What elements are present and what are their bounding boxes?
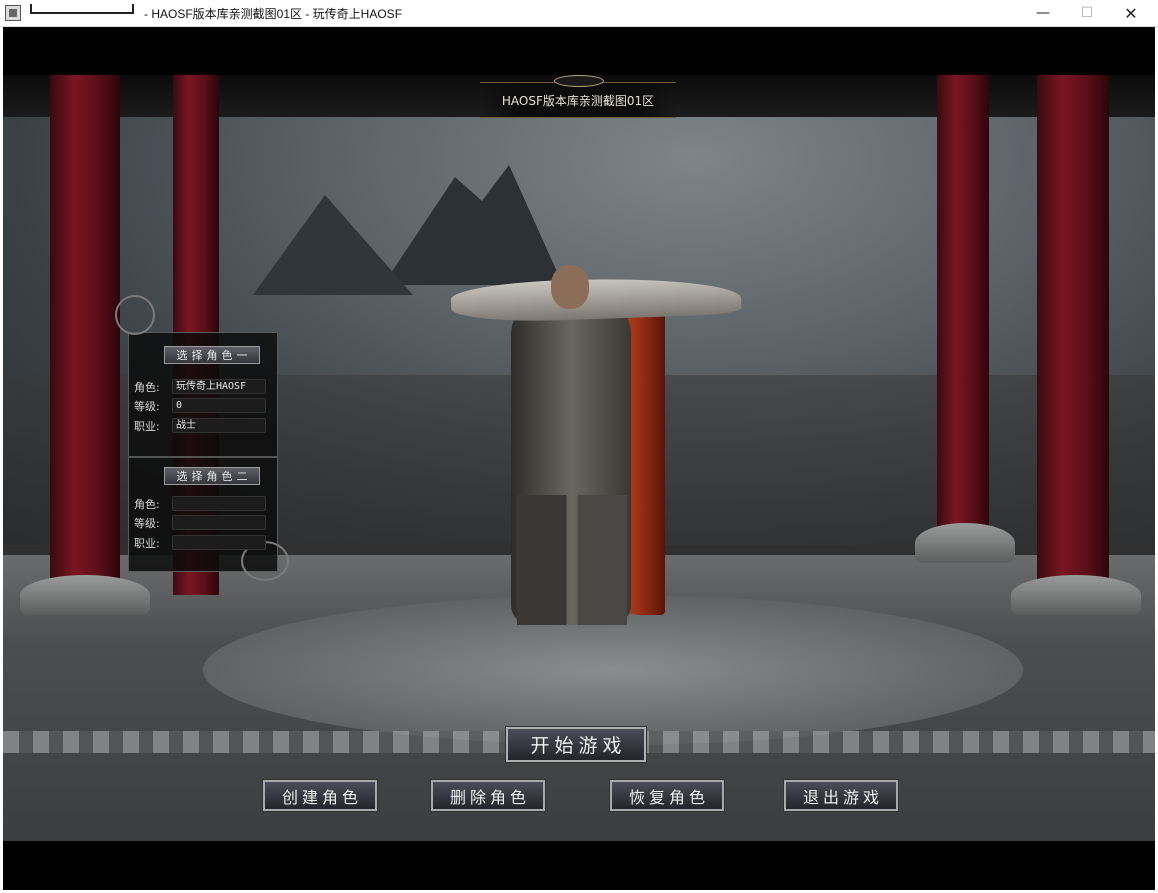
slot1-class-value: 战士 [172,418,266,433]
delete-character-button[interactable]: 删除角色 [430,779,546,812]
create-character-button[interactable]: 创建角色 [262,779,378,812]
app-icon [5,5,21,21]
slot2-name-label: 角色: [134,498,160,511]
slot1-name-label: 角色: [134,381,160,394]
server-name: HAOSF版本库亲测截图01区 [501,93,655,108]
server-name-banner: HAOSF版本库亲测截图01区 [480,75,676,118]
slot1-name-value: 玩传奇上HAOSF [172,379,266,394]
slot2-class-label: 职业: [134,537,160,550]
pillar-base [915,523,1015,563]
warrior-head [551,265,589,309]
slot2-class-value [172,535,266,550]
slot1-level-value: 0 [172,398,266,413]
pillar-base [20,575,150,615]
banner-ornament [554,75,604,87]
select-character-one-button[interactable]: 选择角色一 [164,346,260,364]
slot2-level-label: 等级: [134,517,160,530]
exit-game-button[interactable]: 退出游戏 [783,779,899,812]
red-pillar [937,75,989,555]
panel-divider [129,456,277,458]
restore-character-button[interactable]: 恢复角色 [609,779,725,812]
maximize-button[interactable]: ☐ [1064,0,1110,26]
warrior-character-model[interactable] [450,265,742,630]
warrior-legs [517,495,627,625]
slot1-class-label: 职业: [134,420,160,433]
slot2-level-value [172,515,266,530]
dragon-ornament-icon [115,295,155,335]
game-viewport[interactable]: HAOSF版本库亲测截图01区 选择角色一 角色: 玩传奇上HAOSF 等级: … [3,27,1155,890]
pillar-base [1011,575,1141,615]
red-pillar [50,75,120,595]
title-input-box [30,4,134,14]
slot2-name-value [172,496,266,511]
window-title: - HAOSF版本库亲测截图01区 - 玩传奇上HAOSF [144,7,403,21]
character-select-panel: 选择角色一 角色: 玩传奇上HAOSF 等级: 0 职业: 战士 选择角色二 角… [115,295,289,581]
red-pillar [1037,75,1109,585]
slot1-level-label: 等级: [134,400,160,413]
close-button[interactable]: ✕ [1108,0,1154,26]
select-character-two-button[interactable]: 选择角色二 [164,467,260,485]
window-titlebar: - HAOSF版本库亲测截图01区 - 玩传奇上HAOSF — ☐ ✕ [0,0,1158,27]
minimize-button[interactable]: — [1020,0,1066,26]
start-game-button[interactable]: 开始游戏 [505,726,647,763]
